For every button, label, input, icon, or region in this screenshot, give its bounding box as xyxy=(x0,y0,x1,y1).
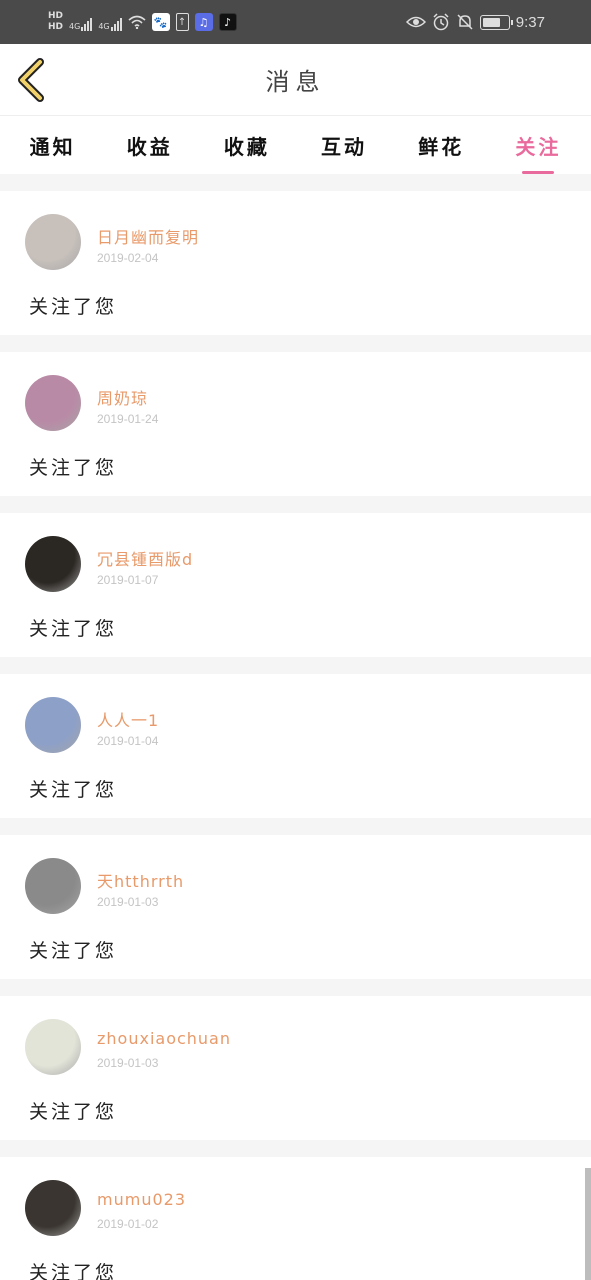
list-item[interactable]: 冗县锺酉版d 2019-01-07 关注了您 xyxy=(0,513,591,657)
item-message: 关注了您 xyxy=(29,457,118,479)
baidu-icon: 🐾 xyxy=(151,13,170,31)
wifi-icon xyxy=(128,15,146,29)
app-header: 消息 xyxy=(0,44,591,116)
signal-icon: 4G xyxy=(98,13,122,31)
username[interactable]: 人人一1 xyxy=(97,707,159,731)
avatar[interactable] xyxy=(25,214,81,270)
upload-icon: ↑ xyxy=(175,13,189,31)
mute-bell-icon xyxy=(457,14,473,30)
item-date: 2019-01-04 xyxy=(97,734,159,748)
scrollbar[interactable] xyxy=(585,1168,591,1280)
list-item[interactable]: 周奶琼 2019-01-24 关注了您 xyxy=(0,352,591,496)
signal-icon: 4G xyxy=(69,13,93,31)
tiktok-icon: ♪ xyxy=(218,13,237,31)
tab-bar: 通知 收益 收藏 互动 鲜花 关注 xyxy=(0,116,591,174)
follow-list: 日月幽而复明 2019-02-04 关注了您 周奶琼 2019-01-24 关注… xyxy=(0,174,591,1280)
list-item[interactable]: zhouxiaochuan 2019-01-03 关注了您 xyxy=(0,996,591,1140)
tab-earnings[interactable]: 收益 xyxy=(121,131,179,160)
tab-interactions[interactable]: 互动 xyxy=(315,131,373,160)
status-bar-right: 9:37 xyxy=(405,13,545,31)
item-date: 2019-01-02 xyxy=(97,1217,159,1231)
username[interactable]: 日月幽而复明 xyxy=(97,224,199,248)
hd-bottom-label: HD xyxy=(48,22,64,32)
back-button[interactable] xyxy=(14,58,48,102)
hd-top-label: HD xyxy=(48,11,64,21)
username[interactable]: 冗县锺酉版d xyxy=(97,546,193,570)
page-title: 消息 xyxy=(265,68,326,96)
item-message: 关注了您 xyxy=(29,296,118,318)
avatar[interactable] xyxy=(25,1180,81,1236)
tab-notifications[interactable]: 通知 xyxy=(24,131,82,160)
eye-icon xyxy=(405,16,426,28)
status-bar-left: HD HD 4G 4G 🐾 ↑ ♫ ♪ xyxy=(48,11,237,33)
item-message: 关注了您 xyxy=(29,1101,118,1123)
network-type-label: 4G xyxy=(69,22,81,31)
status-bar: HD HD 4G 4G 🐾 ↑ ♫ ♪ 9:37 xyxy=(0,0,591,44)
list-item[interactable]: mumu023 2019-01-02 关注了您 xyxy=(0,1157,591,1280)
list-item[interactable]: 人人一1 2019-01-04 关注了您 xyxy=(0,674,591,818)
item-date: 2019-02-04 xyxy=(97,251,159,265)
item-message: 关注了您 xyxy=(29,1262,118,1280)
tab-flowers[interactable]: 鲜花 xyxy=(412,131,470,160)
item-date: 2019-01-03 xyxy=(97,1056,159,1070)
hd-indicator: HD HD xyxy=(48,11,63,33)
item-date: 2019-01-03 xyxy=(97,895,159,909)
status-time: 9:37 xyxy=(515,13,545,31)
item-date: 2019-01-07 xyxy=(97,573,159,587)
avatar[interactable] xyxy=(25,1019,81,1075)
item-date: 2019-01-24 xyxy=(97,412,159,426)
item-message: 关注了您 xyxy=(29,779,118,801)
username[interactable]: 天htthrrth xyxy=(97,868,184,892)
list-item[interactable]: 天htthrrth 2019-01-03 关注了您 xyxy=(0,835,591,979)
avatar[interactable] xyxy=(25,536,81,592)
music-icon: ♫ xyxy=(194,13,213,31)
username[interactable]: zhouxiaochuan xyxy=(97,1029,231,1048)
item-message: 关注了您 xyxy=(29,618,118,640)
alarm-icon xyxy=(433,13,449,31)
network-type-label: 4G xyxy=(98,22,110,31)
avatar[interactable] xyxy=(25,697,81,753)
username[interactable]: 周奶琼 xyxy=(97,385,148,409)
item-message: 关注了您 xyxy=(29,940,118,962)
list-item[interactable]: 日月幽而复明 2019-02-04 关注了您 xyxy=(0,191,591,335)
avatar[interactable] xyxy=(25,375,81,431)
tab-favorites[interactable]: 收藏 xyxy=(218,131,276,160)
battery-icon xyxy=(479,14,513,30)
avatar[interactable] xyxy=(25,858,81,914)
tab-following[interactable]: 关注 xyxy=(509,131,567,160)
username[interactable]: mumu023 xyxy=(97,1190,186,1209)
